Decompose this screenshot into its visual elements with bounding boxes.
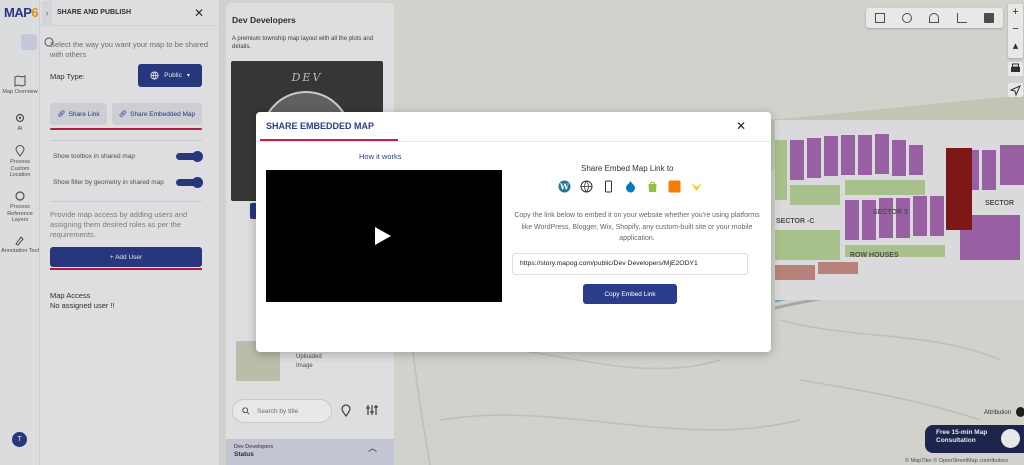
copy-embed-link-button[interactable]: Copy Embed Link xyxy=(583,284,677,304)
close-icon[interactable]: ✕ xyxy=(736,119,746,133)
embed-description: Copy the link below to embed it on your … xyxy=(514,212,760,242)
embed-url-field[interactable]: https://story.mapog.com/public/Dev Devel… xyxy=(512,253,748,275)
modal-title: SHARE EMBEDDED MAP xyxy=(266,121,375,131)
wix-icon[interactable] xyxy=(690,180,703,193)
modal-divider xyxy=(256,141,771,142)
shopify-icon[interactable] xyxy=(646,180,659,193)
mobile-icon[interactable] xyxy=(602,180,615,193)
globe-icon[interactable] xyxy=(580,180,593,193)
share-embedded-map-modal: SHARE EMBEDDED MAP ✕ How it works Share … xyxy=(256,112,771,352)
blogger-icon[interactable] xyxy=(668,180,681,193)
share-embed-title: Share Embed Map Link to xyxy=(581,164,674,173)
wordpress-icon[interactable]: W xyxy=(558,180,571,193)
play-icon[interactable] xyxy=(375,227,391,245)
svg-text:W: W xyxy=(559,181,570,191)
drupal-icon[interactable] xyxy=(624,180,637,193)
video-player[interactable] xyxy=(266,170,502,302)
platform-icons: W xyxy=(558,180,708,196)
how-it-works-heading: How it works xyxy=(359,152,402,161)
